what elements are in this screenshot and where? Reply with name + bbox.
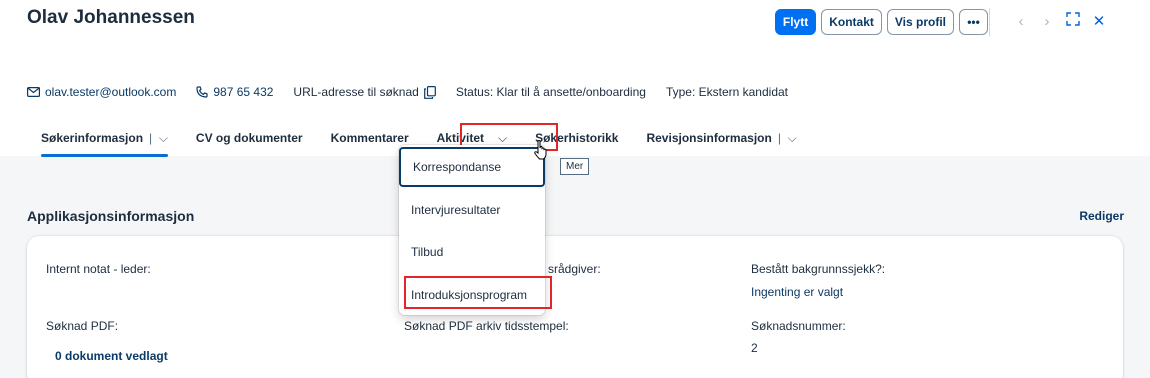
menu-item-correspondence[interactable]: Korrespondanse [399,147,545,187]
email-link[interactable]: olav.tester@outlook.com [27,85,176,99]
more-actions-button[interactable]: ••• [959,9,988,35]
tab-revision-info[interactable]: Revisjonsinformasjon | ⌵ [632,128,810,148]
advisor-label: srådgiver: [548,262,601,276]
object-header: Olav Johannessen Flytt Kontakt Vis profi… [0,0,1150,157]
contact-bar: olav.tester@outlook.com 987 65 432 URL-a… [27,85,808,99]
page-title: Olav Johannessen [27,7,195,28]
previous-icon[interactable]: ‹ [1008,13,1034,30]
email-text: olav.tester@outlook.com [45,85,177,99]
navigation-icons: ‹ › ✕ [1008,8,1112,34]
background-check-value: Ingenting er valgt [751,285,844,299]
url-label: URL-adresse til søknad [293,85,419,99]
status-text: Status: Klar til å ansette/onboarding [455,85,646,99]
chevron-down-icon[interactable]: | ⌵ [778,131,797,146]
pdf-label: Søknad PDF: [46,319,119,333]
highlight-onboarding-item [404,276,552,309]
menu-item-interview-results[interactable]: Intervjuresultater [399,190,545,230]
type-text: Type: Ekstern kandidat [665,85,789,99]
section-title: Applikasjonsinformasjon [27,208,195,224]
application-number-value: 2 [751,341,758,355]
menu-item-offer[interactable]: Tilbud [399,232,545,272]
edit-link[interactable]: Rediger [1079,209,1124,223]
header-actions: Flytt Kontakt Vis profil ••• [774,9,988,35]
phone-text: 987 65 432 [213,85,274,99]
move-button[interactable]: Flytt [774,9,817,35]
tab-applicant-info[interactable]: Søkerinformasjon | ⌵ [27,128,182,157]
pdf-attachments-link[interactable]: 0 dokument vedlagt [55,349,168,363]
background-check-label: Bestått bakgrunnssjekk?: [751,262,886,276]
chevron-down-icon[interactable]: | ⌵ [149,131,168,146]
tab-label: Søkerinformasjon [41,131,144,145]
tab-label: Revisjonsinformasjon [646,131,772,145]
hand-cursor-icon [533,139,549,165]
mail-icon [27,87,40,97]
copy-icon[interactable] [423,85,436,99]
tooltip: Mer [560,158,590,175]
divider [989,8,990,36]
contact-button[interactable]: Kontakt [821,9,882,35]
tab-label: Kommentarer [330,131,409,145]
pdf-archive-label: Søknad PDF arkiv tidsstempel: [404,319,569,333]
close-icon[interactable]: ✕ [1086,12,1112,30]
view-profile-button[interactable]: Vis profil [886,9,954,35]
application-url[interactable]: URL-adresse til søknad [293,85,436,99]
tab-cv-documents[interactable]: CV og dokumenter [182,128,317,148]
application-number-label: Søknadsnummer: [751,319,846,333]
phone-icon [196,86,208,98]
next-icon[interactable]: › [1034,13,1060,30]
expand-icon[interactable] [1060,12,1086,30]
internal-note-label: Internt notat - leder: [46,262,151,276]
application-info-card: Internt notat - leder: srådgiver: Beståt… [27,236,1123,378]
tab-label: CV og dokumenter [195,131,303,145]
phone-link[interactable]: 987 65 432 [196,85,273,99]
